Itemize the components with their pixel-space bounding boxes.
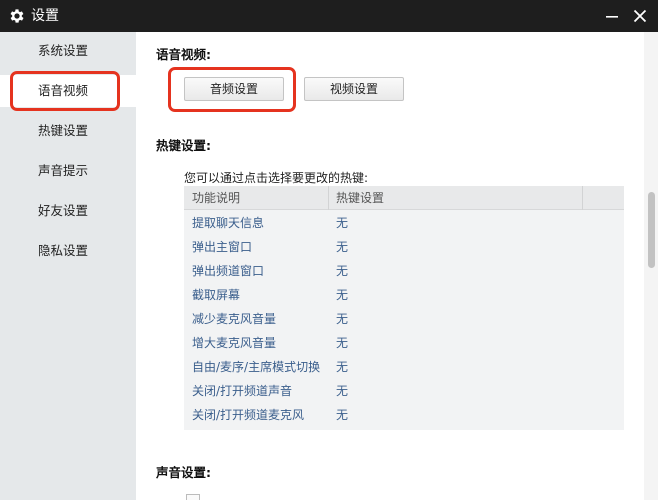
sidebar-item-system[interactable]: 系统设置 <box>0 35 136 67</box>
row-hotkey: 无 <box>336 384 349 398</box>
table-header: 功能说明 热键设置 <box>184 186 624 210</box>
row-hotkey: 无 <box>336 360 349 374</box>
row-function: 关闭/打开频道麦克风 <box>192 408 305 422</box>
hotkeys-hint: 您可以通过点击选择要更改的热键: <box>184 171 369 185</box>
table-row[interactable]: 提取聊天信息 无 <box>184 211 624 235</box>
table-row[interactable]: 弹出主窗口 无 <box>184 235 624 259</box>
window-title: 设置 <box>31 8 59 24</box>
row-hotkey: 无 <box>336 240 349 254</box>
column-header-hotkey: 热键设置 <box>336 191 385 205</box>
sidebar-item-hotkeys[interactable]: 热键设置 <box>0 115 136 147</box>
table-row[interactable]: 弹出频道窗口 无 <box>184 259 624 283</box>
row-hotkey: 无 <box>336 408 349 422</box>
table-row[interactable]: 关闭/打开频道麦克风 无 <box>184 403 624 427</box>
scrollbar-thumb[interactable] <box>648 192 655 268</box>
row-hotkey: 无 <box>336 312 349 326</box>
settings-content: 语音视频: 音频设置 视频设置 热键设置: 您可以通过点击选择要更改的热键: 功… <box>136 32 658 500</box>
sidebar-item-sound-alerts[interactable]: 声音提示 <box>0 155 136 187</box>
sidebar-item-privacy[interactable]: 隐私设置 <box>0 235 136 267</box>
table-row[interactable]: 自由/麦序/主席模式切换 无 <box>184 355 624 379</box>
table-row[interactable]: 增大麦克风音量 无 <box>184 331 624 355</box>
audio-settings-button[interactable]: 音频设置 <box>184 77 284 101</box>
minimize-icon[interactable] <box>602 6 622 26</box>
column-divider <box>328 186 329 210</box>
row-function: 提取聊天信息 <box>192 216 265 230</box>
sidebar: 系统设置 语音视频 热键设置 声音提示 好友设置 隐私设置 <box>0 32 136 500</box>
row-hotkey: 无 <box>336 216 349 230</box>
sound-option-checkbox[interactable] <box>186 494 200 500</box>
row-hotkey: 无 <box>336 288 349 302</box>
row-function: 关闭/打开频道声音 <box>192 384 293 398</box>
column-divider <box>582 186 583 210</box>
video-settings-button[interactable]: 视频设置 <box>304 77 404 101</box>
gear-icon <box>10 9 24 23</box>
voice-video-section-title: 语音视频: <box>156 47 211 62</box>
row-hotkey: 无 <box>336 264 349 278</box>
sound-section-title: 声音设置: <box>156 465 211 480</box>
column-header-function: 功能说明 <box>192 191 241 205</box>
row-function: 自由/麦序/主席模式切换 <box>192 360 321 374</box>
close-icon[interactable] <box>630 6 650 26</box>
hotkey-table: 功能说明 热键设置 提取聊天信息 无 弹出主窗口 无 弹出频道窗口 无 截取屏幕… <box>184 186 624 430</box>
hotkeys-section-title: 热键设置: <box>156 138 211 153</box>
row-function: 弹出主窗口 <box>192 240 253 254</box>
title-bar: 设置 <box>0 0 658 32</box>
row-function: 弹出频道窗口 <box>192 264 265 278</box>
table-row[interactable]: 关闭/打开频道声音 无 <box>184 379 624 403</box>
row-function: 截取屏幕 <box>192 288 241 302</box>
row-function: 减少麦克风音量 <box>192 312 277 326</box>
sidebar-item-friends[interactable]: 好友设置 <box>0 195 136 227</box>
row-hotkey: 无 <box>336 336 349 350</box>
table-row[interactable]: 截取屏幕 无 <box>184 283 624 307</box>
table-row[interactable]: 减少麦克风音量 无 <box>184 307 624 331</box>
sidebar-item-voice-video[interactable]: 语音视频 <box>0 75 136 107</box>
row-function: 增大麦克风音量 <box>192 336 277 350</box>
